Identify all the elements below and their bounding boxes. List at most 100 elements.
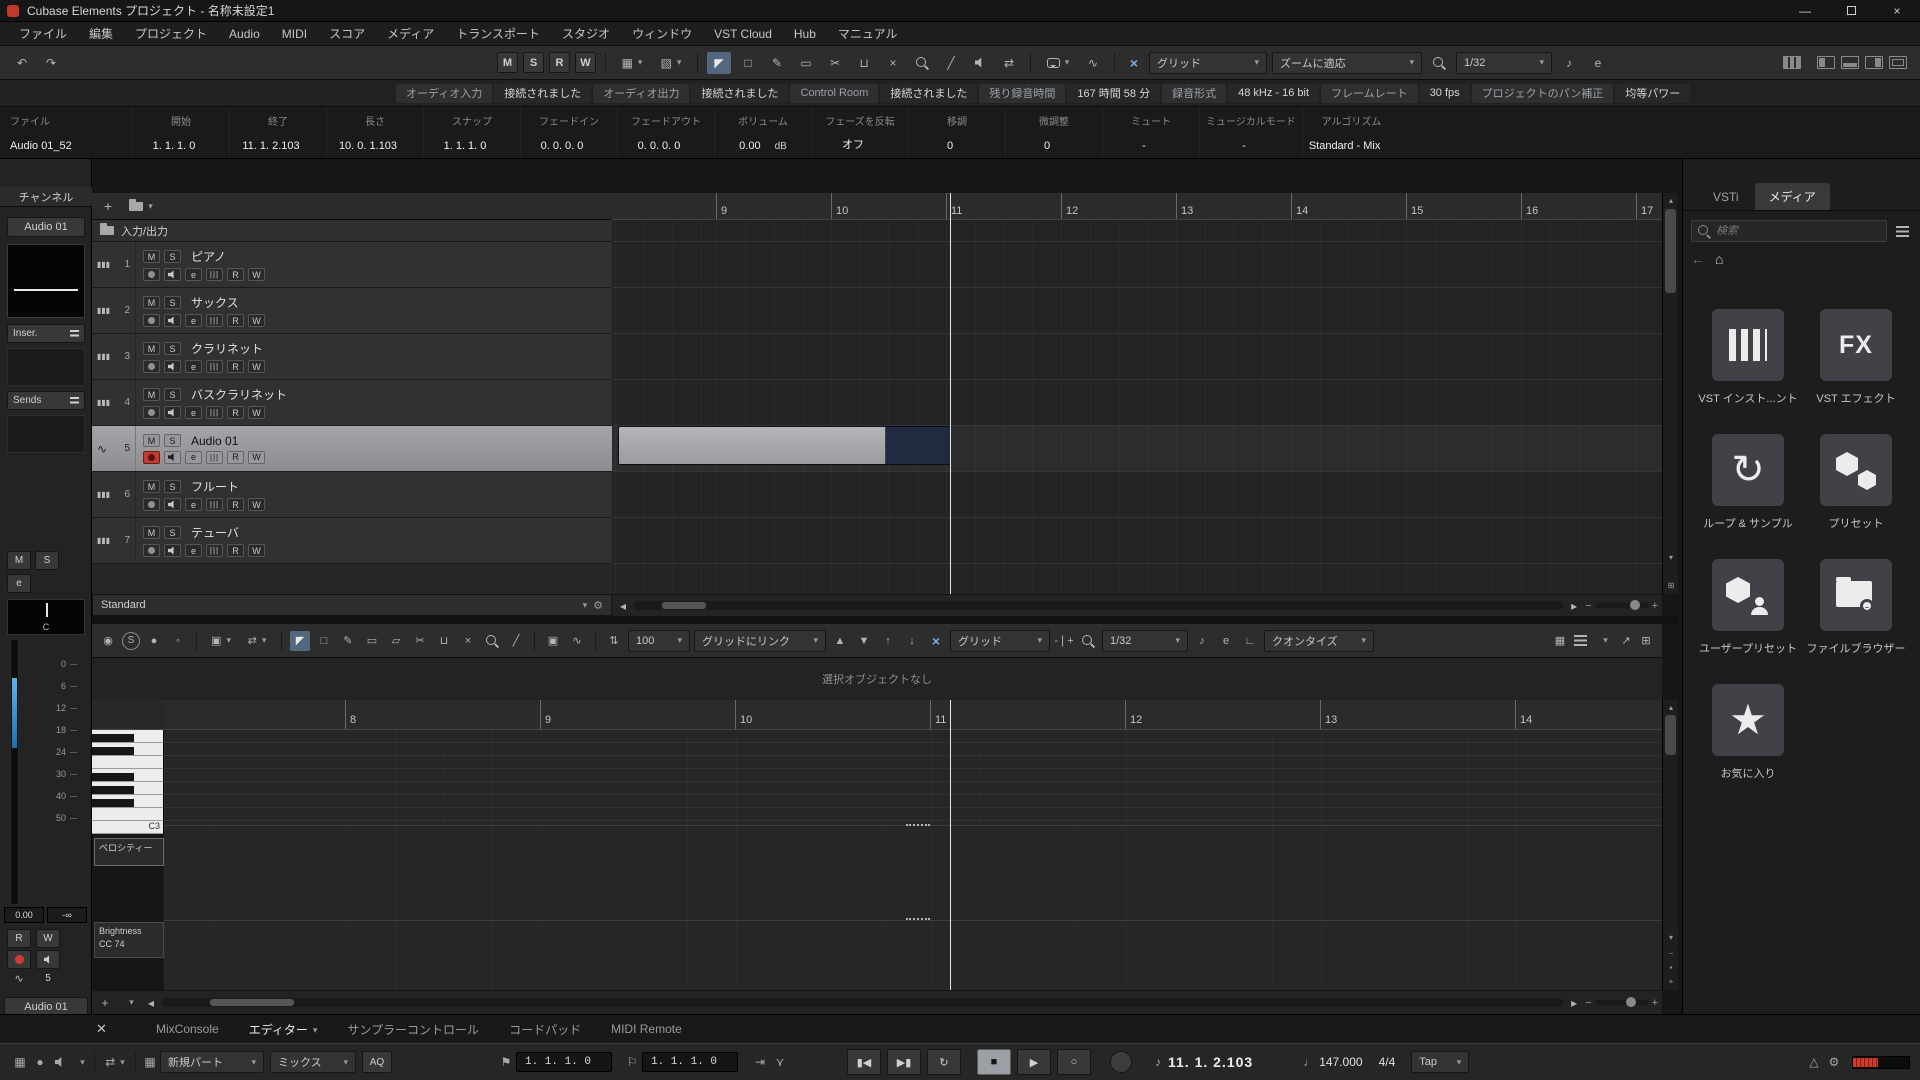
setup-window-layout-icon[interactable]	[1780, 52, 1804, 74]
track-name[interactable]: Audio 01	[191, 434, 238, 448]
editor-iterative-quantize-button[interactable]: e	[1216, 631, 1236, 651]
track-read-button[interactable]: R	[227, 314, 244, 327]
mute-tool-button[interactable]: ×	[881, 52, 905, 74]
track-name[interactable]: サックス	[191, 294, 239, 311]
event-display[interactable]	[612, 220, 1662, 594]
track-record-enable-button[interactable]	[143, 498, 160, 511]
punch-in-icon[interactable]: ⇥	[750, 1052, 770, 1072]
menu-item[interactable]: ウィンドウ	[621, 22, 703, 45]
track-mute-button[interactable]: M	[143, 250, 160, 263]
track-write-button[interactable]: W	[248, 360, 265, 373]
track-edit-button[interactable]: e	[185, 451, 202, 464]
editor-record-icon[interactable]: ●	[144, 631, 164, 651]
redo-icon[interactable]: ↷	[39, 52, 63, 74]
note-editor-grid[interactable]	[164, 730, 1662, 990]
editor-snap-toggle-icon[interactable]: ×	[926, 633, 946, 649]
media-tile[interactable]: プリセット	[1802, 434, 1910, 531]
track-edit-button[interactable]: e	[185, 360, 202, 373]
quantize-mode-dropdown[interactable]: クオンタイズ	[1264, 630, 1374, 652]
info-field[interactable]: 終了 11. 1. 2.103	[229, 107, 326, 158]
scroll-right-icon[interactable]: ▸	[1567, 992, 1581, 1014]
zoom-slider[interactable]	[1596, 1000, 1648, 1005]
track-solo-button[interactable]: S	[164, 434, 181, 447]
automation-curve-icon[interactable]: ∿	[1081, 52, 1105, 74]
info-field[interactable]: 移調 0	[908, 107, 1005, 158]
monitor-button[interactable]	[36, 950, 60, 969]
editor-range-tool-button[interactable]: □	[314, 631, 334, 651]
close-lower-zone-icon[interactable]: ✕	[96, 1021, 107, 1037]
track-mute-button[interactable]: M	[143, 480, 160, 493]
velocity-lane-selector[interactable]: ベロシティー	[94, 838, 164, 866]
track-monitor-button[interactable]	[164, 314, 181, 327]
editor-options-icon[interactable]	[1590, 631, 1616, 651]
info-field[interactable]: 微調整 0	[1005, 107, 1102, 158]
editor-solo-button[interactable]: S	[122, 632, 140, 650]
length-link-grid-dropdown[interactable]: グリッドにリンク	[694, 630, 826, 652]
show-lower-zone-icon[interactable]	[1838, 52, 1862, 74]
track-lane-display-button[interactable]	[206, 314, 223, 327]
status-segment[interactable]: Control Room 接続されました	[790, 84, 977, 103]
track-mute-button[interactable]: M	[143, 342, 160, 355]
editor-setup-icon[interactable]: ⊞	[1636, 631, 1656, 651]
track-row[interactable]: 7 M S テューバ e R W	[92, 518, 612, 564]
lane-options-icon[interactable]	[118, 992, 140, 1014]
zoom-out-icon[interactable]: −	[1585, 997, 1591, 1009]
track-solo-button[interactable]: S	[164, 480, 181, 493]
auto-quantize-button[interactable]: AQ	[362, 1051, 392, 1073]
stop-button[interactable]: ■	[977, 1049, 1011, 1075]
scrollbar-thumb[interactable]	[662, 602, 706, 609]
track-name[interactable]: テューバ	[191, 524, 239, 541]
chevron-down-icon[interactable]: ▾	[583, 600, 588, 611]
track-read-button[interactable]: R	[227, 451, 244, 464]
media-tile[interactable]: VST インスト...ント	[1694, 309, 1802, 406]
track-edit-button[interactable]: e	[185, 498, 202, 511]
pin-icon[interactable]: ◉	[98, 631, 118, 651]
track-write-button[interactable]: W	[248, 268, 265, 281]
track-write-button[interactable]: W	[248, 544, 265, 557]
track-read-button[interactable]: R	[227, 360, 244, 373]
status-segment[interactable]: オーディオ出力 接続されました	[593, 84, 788, 103]
media-tile[interactable]: ファイルブラウザー	[1802, 559, 1910, 656]
track-row[interactable]: 1 M S ピアノ e R W	[92, 242, 612, 288]
record-enable-button[interactable]	[7, 950, 31, 969]
menu-item[interactable]: トランスポート	[445, 22, 551, 45]
media-tile-button[interactable]	[1820, 309, 1892, 381]
scroll-up-icon[interactable]: ▴	[1663, 700, 1679, 714]
status-segment[interactable]: オーディオ入力 接続されました	[396, 84, 591, 103]
info-field[interactable]: ミュージカルモード -	[1199, 107, 1302, 158]
track-edit-button[interactable]: e	[185, 314, 202, 327]
gear-icon[interactable]: ⚙	[593, 599, 603, 612]
lane-resize-handle-icon[interactable]	[906, 824, 930, 826]
fader-level-value[interactable]: 0.00	[4, 907, 44, 923]
info-field[interactable]: 開始 1. 1. 1. 0	[132, 107, 229, 158]
scrub-tool-button[interactable]: ⇄	[997, 52, 1021, 74]
track-solo-button[interactable]: S	[164, 526, 181, 539]
scrollbar-thumb[interactable]	[1665, 715, 1676, 755]
draw-tool-button[interactable]: ✎	[765, 52, 789, 74]
status-segment[interactable]: フレームレート 30 fps	[1321, 84, 1470, 103]
track-solo-button[interactable]: S	[164, 388, 181, 401]
back-arrow-icon[interactable]: ←	[1691, 251, 1705, 267]
track-write-button[interactable]: W	[248, 406, 265, 419]
zoom-in-icon[interactable]: +	[1652, 997, 1658, 1009]
track-monitor-button[interactable]	[164, 406, 181, 419]
show-inspector-icon[interactable]	[1814, 52, 1838, 74]
line-tool-button[interactable]: ╱	[939, 52, 963, 74]
right-locator-flag-icon[interactable]: ⚐	[622, 1052, 642, 1072]
track-name[interactable]: ピアノ	[191, 248, 226, 265]
lane-resize-handle-icon[interactable]	[906, 918, 930, 920]
info-field[interactable]: ボリューム 0.00dB	[714, 107, 811, 158]
media-tile[interactable]: お気に入り	[1694, 684, 1802, 781]
track-monitor-button[interactable]	[164, 268, 181, 281]
cc-lane-selector[interactable]: Brightness CC 74	[94, 922, 164, 958]
zoom-slider-handle[interactable]	[1630, 600, 1640, 610]
part-edit-mode-icon[interactable]: ▧	[654, 52, 688, 74]
track-solo-button[interactable]: S	[164, 342, 181, 355]
left-locator-flag-icon[interactable]: ⚑	[496, 1052, 516, 1072]
lower-zone-tab[interactable]: MIDI Remote	[611, 1022, 682, 1036]
info-field[interactable]: アルゴリズム Standard - Mix	[1302, 107, 1401, 158]
mix-dropdown[interactable]: ミックス	[270, 1051, 356, 1073]
track-monitor-button[interactable]	[164, 451, 181, 464]
menu-item[interactable]: 編集	[78, 22, 124, 45]
curve-icon[interactable]: ∿	[567, 631, 587, 651]
